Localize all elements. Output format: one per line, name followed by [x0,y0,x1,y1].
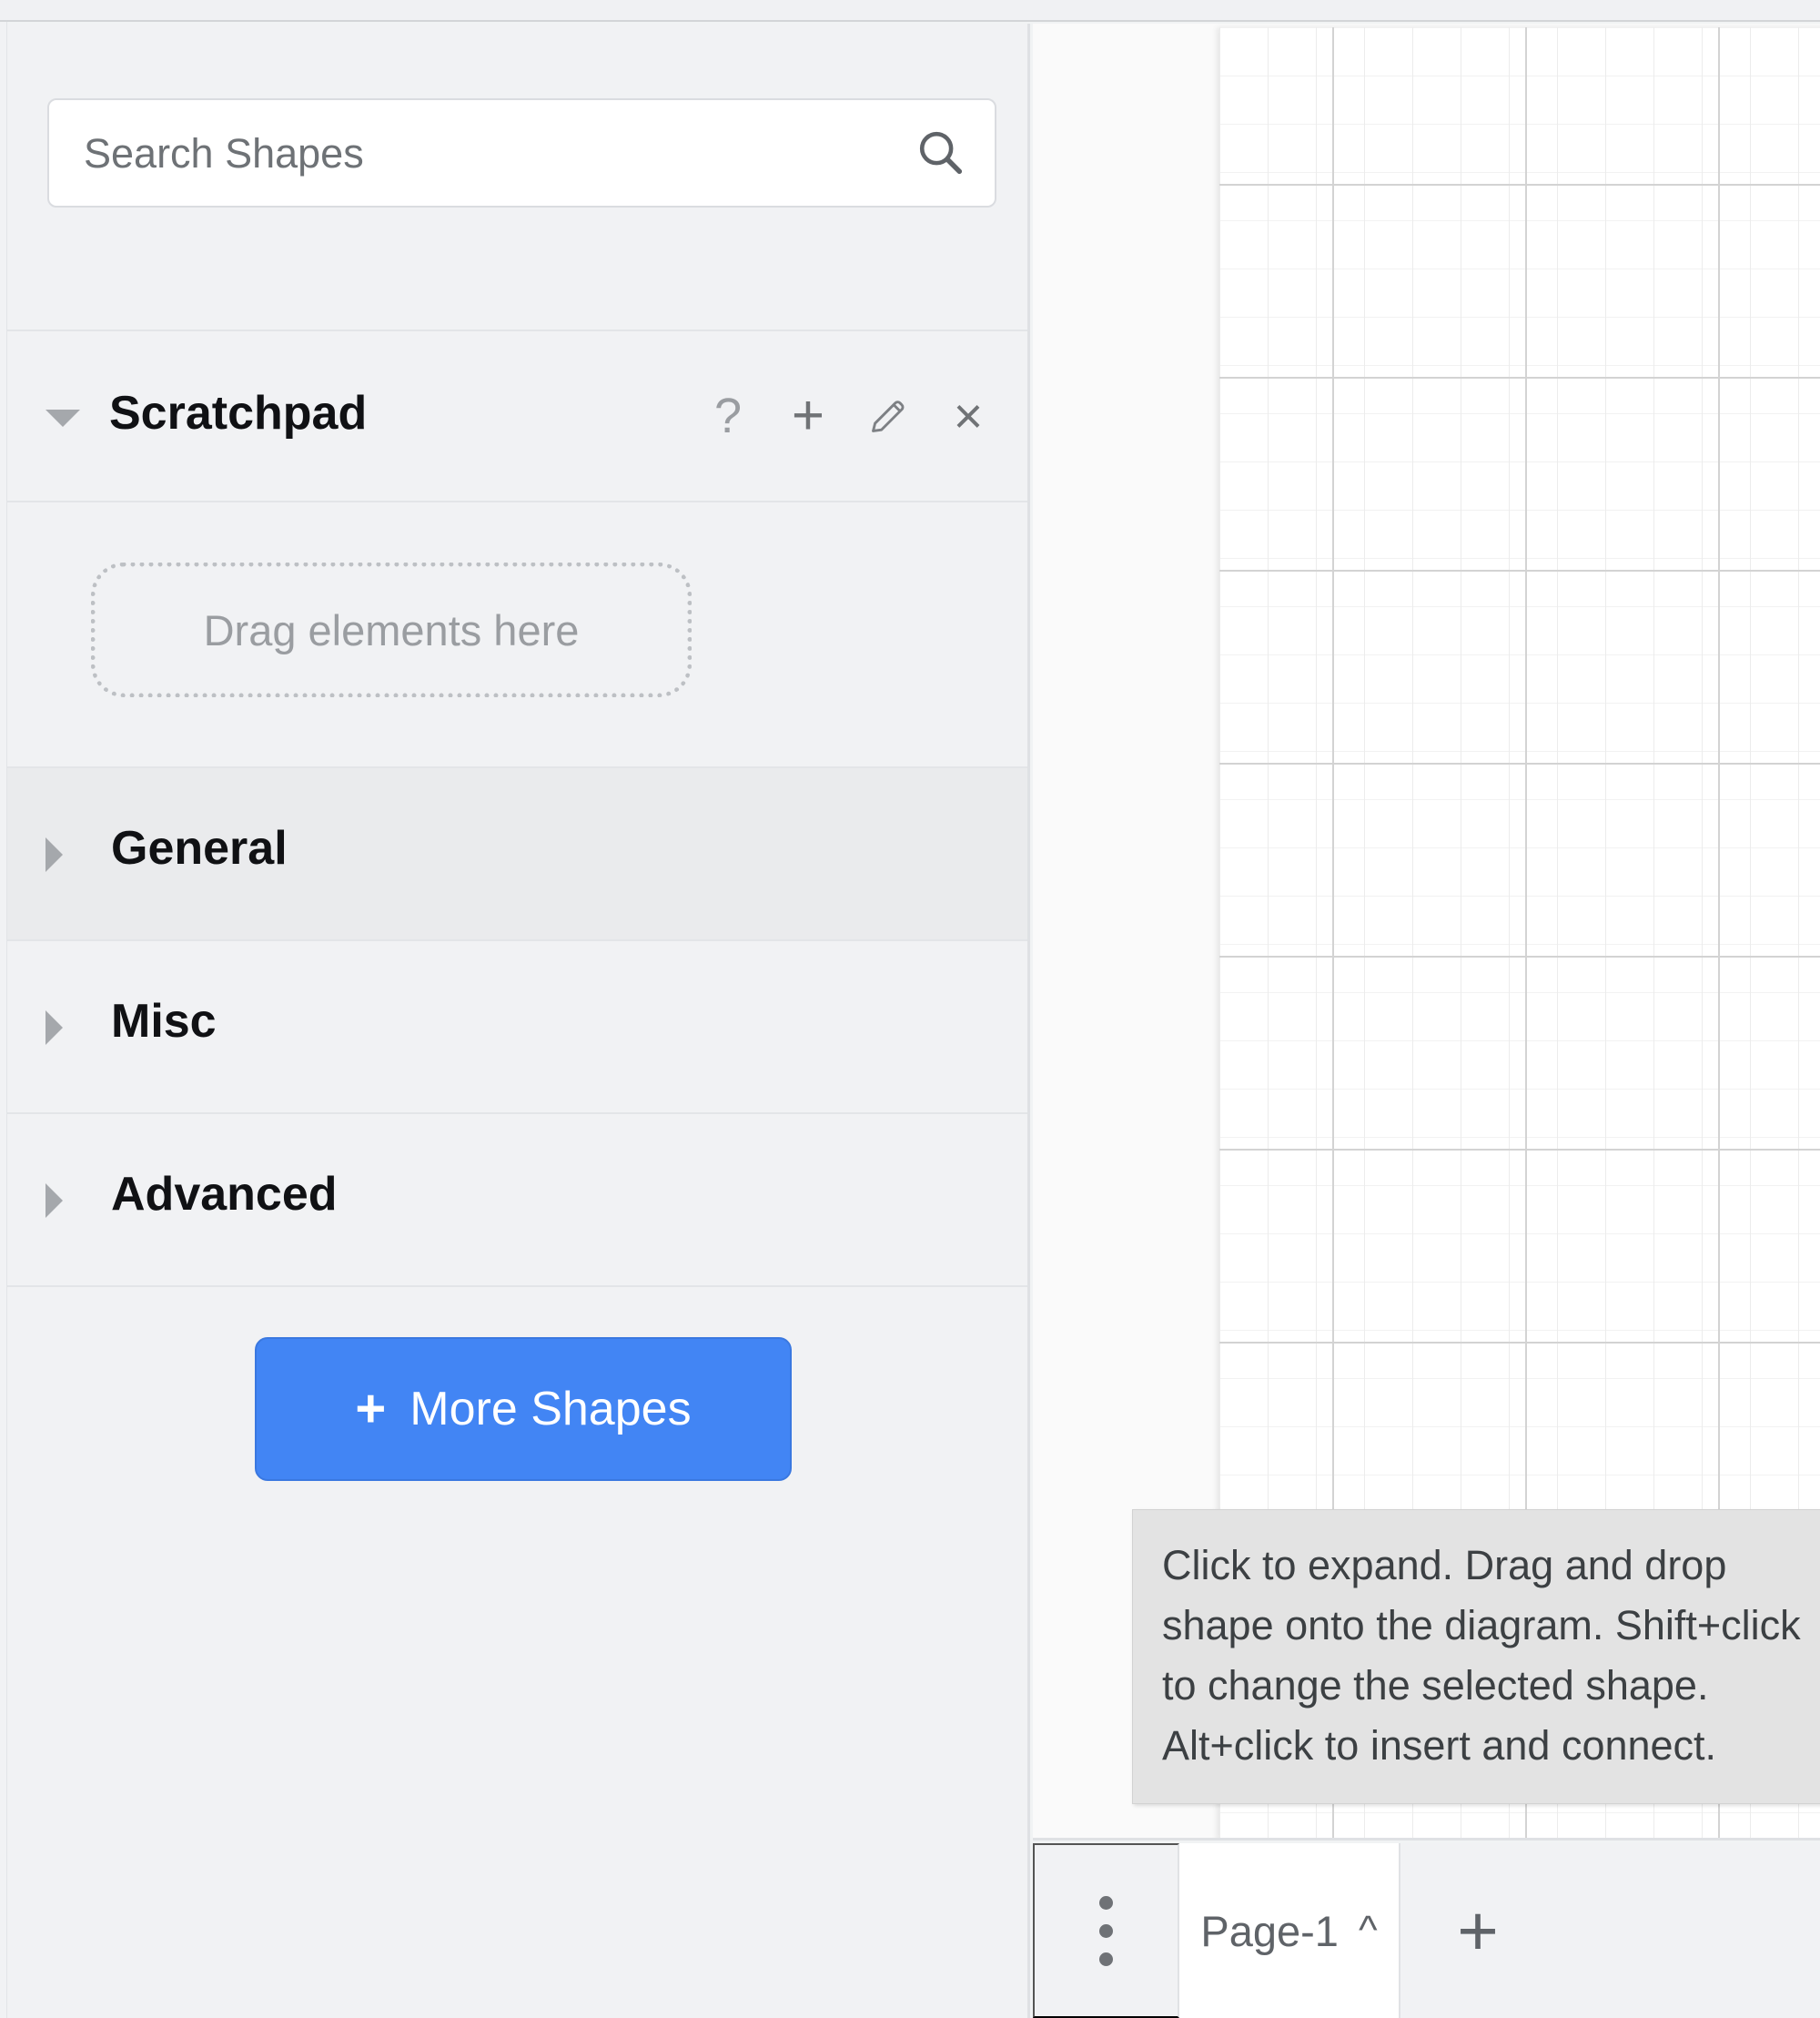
add-page-button[interactable]: + [1400,1843,1555,2018]
add-icon[interactable]: + [787,388,829,444]
edit-pencil-icon[interactable] [867,395,909,437]
scratchpad-body: Drag elements here [7,504,1027,768]
chevron-up-icon[interactable]: ^ [1359,1911,1378,1951]
more-shapes-label: More Shapes [410,1383,692,1435]
search-box[interactable] [47,98,996,208]
scratchpad-drop-zone[interactable]: Drag elements here [91,563,692,697]
more-vertical-icon[interactable] [1033,1843,1179,2018]
shape-tooltip: Click to expand. Drag and drop shape ont… [1132,1509,1820,1804]
palette-title-scratchpad: Scratchpad [109,387,368,440]
caret-right-icon[interactable] [46,1010,63,1045]
page-tab-bar: Page-1 ^ + [1033,1843,1820,2018]
help-icon[interactable]: ? [707,391,749,441]
palette-title-general: General [111,822,288,875]
search-input[interactable] [82,100,886,208]
plus-icon: + [355,1379,387,1438]
palette-header-scratchpad[interactable]: Scratchpad ? + × [7,330,1027,502]
drop-zone-label: Drag elements here [203,605,580,654]
page-tab-label: Page-1 [1200,1906,1339,1955]
scratchpad-actions: ? + × [707,388,989,444]
palette-title-misc: Misc [111,995,217,1048]
page-tab-page-1[interactable]: Page-1 ^ [1179,1843,1400,2018]
palette-header-advanced[interactable]: Advanced [7,1114,1027,1287]
palette-header-misc[interactable]: Misc [7,941,1027,1114]
palette-title-advanced: Advanced [111,1168,338,1221]
close-icon[interactable]: × [947,390,989,441]
caret-right-icon[interactable] [46,837,63,872]
app-window: Scratchpad ? + × Drag elements here [0,0,1820,2018]
left-rail [0,22,7,2018]
dot [1099,1895,1113,1910]
caret-down-icon[interactable] [46,410,80,427]
shapes-sidebar: Scratchpad ? + × Drag elements here [7,24,1030,2018]
window-top-strip [0,0,1820,22]
dot [1099,1923,1113,1938]
search-icon[interactable] [915,127,967,179]
search-shapes-container [47,98,996,208]
more-shapes-button[interactable]: + More Shapes [255,1337,792,1481]
dot [1099,1952,1113,1966]
caret-right-icon[interactable] [46,1183,63,1218]
palette-header-general[interactable]: General [7,768,1027,941]
